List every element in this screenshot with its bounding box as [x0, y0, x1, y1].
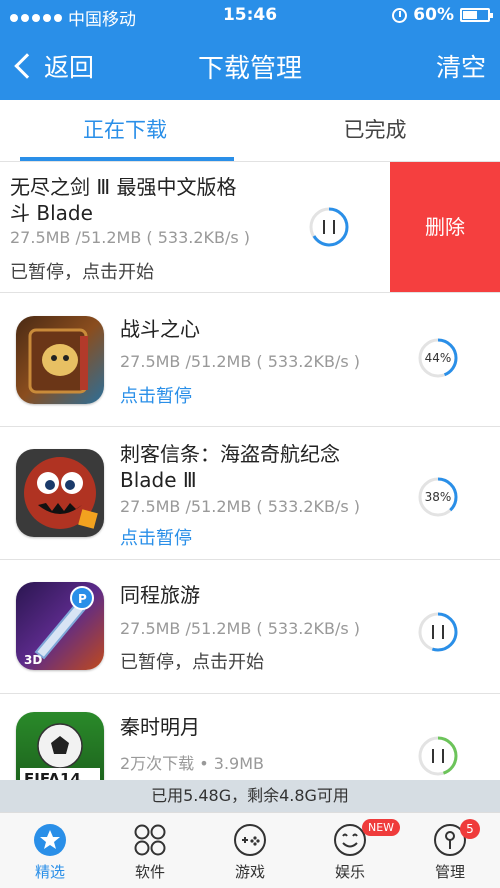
- star-icon: [34, 824, 66, 856]
- nav-bar: 返回 下载管理 清空: [0, 40, 500, 96]
- tab-games[interactable]: 游戏: [200, 813, 300, 888]
- row-title: 秦时明月: [120, 715, 200, 739]
- pause-progress-button[interactable]: [308, 206, 350, 248]
- row-title: 战斗之心: [120, 317, 200, 341]
- row-status: 已暂停，点击开始: [120, 652, 264, 673]
- battery-icon: [460, 8, 493, 22]
- tab-software[interactable]: 软件: [100, 813, 200, 888]
- svg-text:P: P: [78, 592, 87, 606]
- tab-manage[interactable]: 5 管理: [400, 813, 500, 888]
- status-right: 60%: [392, 5, 493, 25]
- tab-downloading[interactable]: 正在下载: [0, 100, 250, 161]
- pause-icon: [323, 220, 335, 234]
- tab-featured[interactable]: 精选: [0, 813, 100, 888]
- new-badge: NEW: [362, 819, 401, 836]
- progress-label: 44%: [424, 351, 452, 365]
- download-row[interactable]: 战斗之心 27.5MB /51.2MB ( 533.2KB/s ) 点击暂停 4…: [0, 294, 500, 427]
- download-row[interactable]: 无尽之剑 Ⅲ 最强中文版格 斗 Blade 27.5MB /51.2MB ( 5…: [0, 162, 500, 293]
- grid-apps-icon: [134, 824, 166, 856]
- delete-button[interactable]: 删除: [390, 162, 500, 292]
- bottom-tab-bar: 精选 软件 游戏 NEW 娱乐 5 管理: [0, 812, 500, 888]
- app-icon-battle-heart: [16, 316, 104, 404]
- status-bar: 中国移动 15:46 60%: [0, 0, 500, 32]
- tab-label: 游戏: [234, 863, 265, 881]
- row-status: 已暂停，点击开始: [10, 262, 154, 283]
- tab-completed[interactable]: 已完成: [250, 100, 500, 161]
- clear-button[interactable]: 清空: [436, 48, 486, 84]
- pause-progress-button[interactable]: [417, 735, 459, 777]
- download-row[interactable]: P 3D 同程旅游 27.5MB /51.2MB ( 533.2KB/s ) 已…: [0, 560, 500, 694]
- row-meta: 27.5MB /51.2MB ( 533.2KB/s ): [120, 497, 361, 516]
- progress-label: 38%: [424, 490, 452, 504]
- tab-label: 软件: [134, 863, 165, 881]
- row-title-line: 刺客信条：海盗奇航纪念: [120, 442, 340, 466]
- count-badge: 5: [460, 819, 480, 839]
- row-title-line: 无尽之剑 Ⅲ 最强中文版格: [10, 175, 237, 199]
- tab-label: 精选: [34, 863, 65, 881]
- progress-ring[interactable]: 44%: [417, 337, 459, 379]
- pause-icon: [432, 625, 444, 639]
- pause-icon: [432, 749, 444, 763]
- row-title: 无尽之剑 Ⅲ 最强中文版格 斗 Blade: [10, 174, 237, 226]
- row-meta: 2万次下载 • 3.9MB: [120, 754, 265, 773]
- battery-percent: 60%: [413, 5, 454, 25]
- download-row[interactable]: 刺客信条：海盗奇航纪念 Blade Ⅲ 27.5MB /51.2MB ( 533…: [0, 427, 500, 560]
- pause-link[interactable]: 点击暂停: [120, 524, 192, 550]
- tab-entertainment[interactable]: NEW 娱乐: [300, 813, 401, 888]
- tab-label: 娱乐: [334, 863, 365, 881]
- pause-link[interactable]: 点击暂停: [120, 382, 192, 408]
- icon-3d-text: 3D: [24, 653, 42, 667]
- gamepad-icon: [234, 824, 266, 856]
- row-title: 同程旅游: [120, 583, 200, 607]
- top-bar: 中国移动 15:46 60% 返回 下载管理 清空: [0, 0, 500, 100]
- row-title: 刺客信条：海盗奇航纪念 Blade Ⅲ: [120, 441, 340, 493]
- row-meta: 27.5MB /51.2MB ( 533.2KB/s ): [10, 228, 251, 247]
- row-meta: 27.5MB /51.2MB ( 533.2KB/s ): [120, 352, 361, 371]
- storage-info: 已用5.48G，剩余4.8G可用: [0, 780, 500, 812]
- app-icon-monster: [16, 449, 104, 537]
- page-title: 下载管理: [197, 54, 302, 84]
- row-title-line: Blade Ⅲ: [120, 468, 197, 492]
- pause-progress-button[interactable]: [417, 611, 459, 653]
- clock-icon: [392, 7, 408, 23]
- tab-label: 管理: [434, 863, 465, 881]
- progress-ring[interactable]: 38%: [417, 476, 459, 518]
- row-title-line: 斗 Blade: [10, 201, 93, 225]
- download-tabs: 正在下载 已完成: [0, 100, 500, 162]
- row-meta: 27.5MB /51.2MB ( 533.2KB/s ): [120, 619, 361, 638]
- app-icon-sword: P 3D: [16, 582, 104, 670]
